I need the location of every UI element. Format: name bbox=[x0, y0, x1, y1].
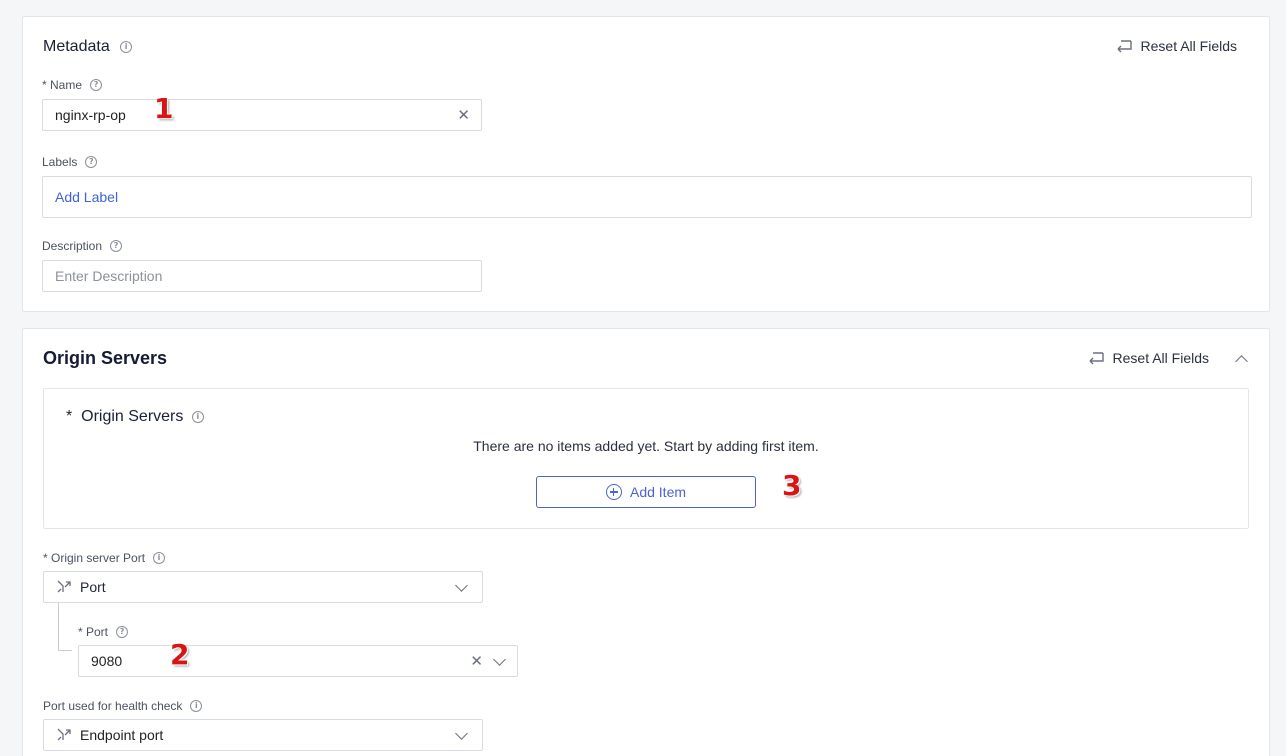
plus-circle-icon bbox=[605, 484, 622, 500]
origin-reset-button[interactable]: Reset All Fields bbox=[1087, 350, 1209, 366]
metadata-panel: Metadata i Reset All Fields * Name ? ngi… bbox=[22, 16, 1270, 312]
annotation-1: 1 bbox=[154, 92, 174, 125]
info-icon[interactable]: i bbox=[153, 552, 166, 564]
origin-port-label-text: * Origin server Port bbox=[43, 551, 146, 565]
metadata-title-text: Metadata bbox=[43, 38, 110, 55]
help-icon[interactable]: ? bbox=[90, 79, 103, 91]
health-port-label: Port used for health check i bbox=[43, 699, 203, 713]
name-label-text: * Name bbox=[42, 78, 83, 92]
metadata-reset-label: Reset All Fields bbox=[1140, 38, 1237, 54]
chevron-down-icon bbox=[455, 727, 468, 740]
name-input[interactable]: nginx-rp-op ✕ bbox=[42, 99, 482, 131]
origin-servers-list: * Origin Servers i There are no items ad… bbox=[43, 388, 1249, 529]
name-input-value: nginx-rp-op bbox=[55, 107, 126, 123]
metadata-title: Metadata i bbox=[43, 38, 133, 56]
origin-servers-panel: Origin Servers Reset All Fields * Origin… bbox=[22, 328, 1270, 756]
add-item-button[interactable]: Add Item bbox=[536, 476, 756, 508]
description-placeholder: Enter Description bbox=[55, 268, 163, 284]
description-label: Description ? bbox=[42, 239, 123, 253]
branch-icon bbox=[57, 580, 71, 593]
clear-icon[interactable]: ✕ bbox=[470, 652, 483, 670]
origin-reset-label: Reset All Fields bbox=[1112, 350, 1209, 366]
annotation-3: 3 bbox=[782, 469, 802, 502]
info-icon[interactable]: i bbox=[120, 40, 133, 53]
health-port-label-text: Port used for health check bbox=[43, 699, 183, 713]
port-label-text: * Port bbox=[78, 625, 109, 639]
labels-input[interactable]: Add Label bbox=[42, 176, 1252, 218]
add-item-label: Add Item bbox=[629, 484, 687, 500]
origin-port-label: * Origin server Port i bbox=[43, 551, 166, 565]
metadata-reset-button[interactable]: Reset All Fields bbox=[1115, 38, 1237, 54]
origin-servers-title: Origin Servers bbox=[43, 348, 168, 368]
port-label: * Port ? bbox=[78, 625, 129, 639]
labels-label: Labels ? bbox=[42, 155, 98, 169]
info-icon[interactable]: i bbox=[191, 410, 204, 423]
annotation-2: 2 bbox=[170, 638, 190, 671]
collapse-chevron-icon[interactable] bbox=[1235, 355, 1248, 368]
origin-servers-list-title-text: * Origin Servers bbox=[66, 408, 184, 425]
origin-port-select[interactable]: Port bbox=[43, 571, 483, 603]
reset-icon bbox=[1089, 352, 1104, 365]
reset-icon bbox=[1117, 40, 1132, 53]
chevron-down-icon bbox=[455, 579, 468, 592]
description-label-text: Description bbox=[42, 239, 103, 253]
health-port-select[interactable]: Endpoint port bbox=[43, 719, 483, 751]
help-icon[interactable]: ? bbox=[85, 156, 98, 168]
origin-port-select-value: Port bbox=[80, 579, 106, 595]
port-input-value: 9080 bbox=[91, 653, 123, 669]
health-port-select-value: Endpoint port bbox=[80, 727, 164, 743]
origin-servers-list-title: * Origin Servers i bbox=[66, 408, 204, 426]
name-label: * Name ? bbox=[42, 78, 103, 92]
add-label-link[interactable]: Add Label bbox=[55, 189, 118, 205]
empty-state-text: There are no items added yet. Start by a… bbox=[473, 438, 819, 454]
tree-connector bbox=[58, 603, 72, 651]
branch-icon bbox=[57, 728, 71, 741]
help-icon[interactable]: ? bbox=[116, 626, 129, 638]
info-icon[interactable]: i bbox=[190, 700, 203, 712]
clear-icon[interactable]: ✕ bbox=[457, 106, 470, 124]
description-input[interactable]: Enter Description bbox=[42, 260, 482, 292]
labels-label-text: Labels bbox=[42, 155, 78, 169]
help-icon[interactable]: ? bbox=[110, 240, 123, 252]
port-input[interactable]: 9080 ✕ bbox=[78, 645, 518, 677]
chevron-down-icon[interactable] bbox=[493, 653, 506, 666]
